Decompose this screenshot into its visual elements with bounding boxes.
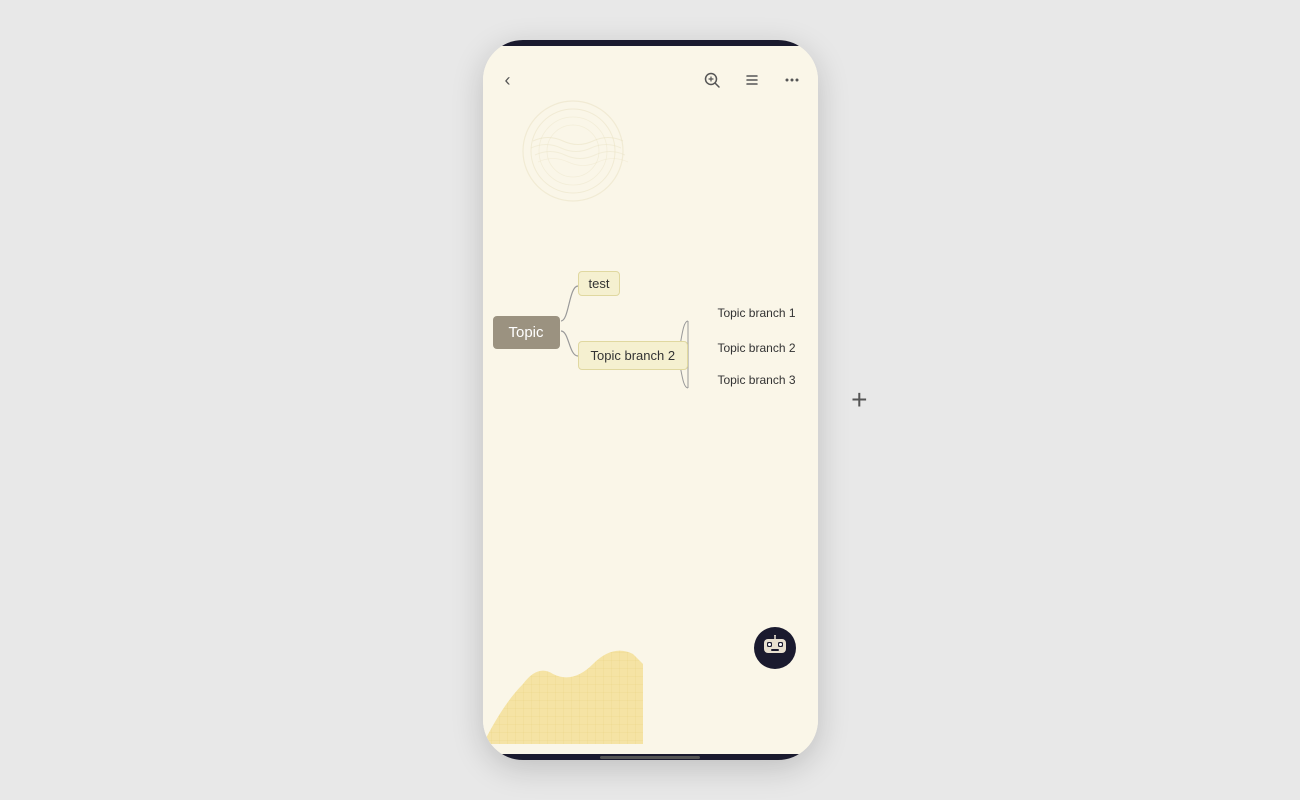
phone-bottom-bar bbox=[483, 754, 818, 760]
back-icon: ‹ bbox=[505, 70, 511, 91]
phone-frame: ‹ bbox=[483, 40, 818, 760]
home-indicator bbox=[600, 756, 700, 759]
plus-icon: + bbox=[851, 384, 867, 415]
stamp-decoration bbox=[513, 96, 633, 196]
ai-bot-icon bbox=[762, 635, 788, 661]
list-icon bbox=[743, 71, 761, 89]
topic-root-node[interactable]: Topic bbox=[493, 316, 560, 349]
topic-root-label: Topic bbox=[509, 324, 544, 341]
back-button[interactable]: ‹ bbox=[493, 65, 523, 95]
subbranch-1-node[interactable]: Topic branch 1 bbox=[717, 306, 795, 320]
plus-button[interactable]: + bbox=[851, 386, 867, 414]
search-zoom-icon bbox=[703, 71, 721, 89]
test-label: test bbox=[589, 276, 610, 291]
list-view-button[interactable] bbox=[736, 64, 768, 96]
yellow-blob-decoration bbox=[483, 604, 643, 734]
ai-bot-button[interactable] bbox=[754, 627, 796, 669]
toolbar-icons bbox=[696, 64, 808, 96]
topic-branch2-node[interactable]: Topic branch 2 bbox=[578, 341, 689, 370]
canvas-area: ‹ bbox=[483, 46, 818, 754]
test-node[interactable]: test bbox=[578, 271, 621, 296]
subbranch-1-label: Topic branch 1 bbox=[717, 306, 795, 320]
subbranch-2-label: Topic branch 2 bbox=[717, 341, 795, 355]
search-zoom-button[interactable] bbox=[696, 64, 728, 96]
more-icon bbox=[783, 71, 801, 89]
topic-branch2-label: Topic branch 2 bbox=[591, 348, 676, 363]
more-options-button[interactable] bbox=[776, 64, 808, 96]
subbranch-3-node[interactable]: Topic branch 3 bbox=[717, 373, 795, 387]
subbranch-2-node[interactable]: Topic branch 2 bbox=[717, 341, 795, 355]
toolbar: ‹ bbox=[483, 58, 818, 102]
subbranch-3-label: Topic branch 3 bbox=[717, 373, 795, 387]
